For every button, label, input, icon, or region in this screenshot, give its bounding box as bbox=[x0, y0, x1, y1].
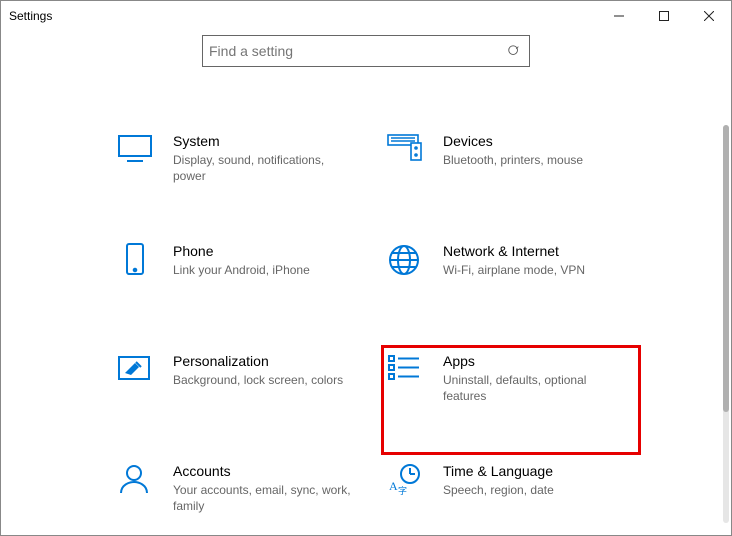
window-title: Settings bbox=[9, 9, 52, 23]
time-language-icon: A 字 bbox=[387, 463, 427, 495]
maximize-button[interactable] bbox=[641, 1, 686, 31]
scrollbar[interactable] bbox=[723, 125, 729, 523]
card-personalization[interactable]: Personalization Background, lock screen,… bbox=[111, 345, 371, 455]
card-desc: Wi-Fi, airplane mode, VPN bbox=[443, 262, 585, 278]
card-title: Devices bbox=[443, 133, 583, 149]
card-accounts[interactable]: Accounts Your accounts, email, sync, wor… bbox=[111, 455, 371, 536]
card-title: Personalization bbox=[173, 353, 343, 369]
devices-icon bbox=[387, 133, 427, 165]
card-system[interactable]: System Display, sound, notifications, po… bbox=[111, 125, 371, 235]
phone-icon bbox=[117, 243, 157, 275]
close-button[interactable] bbox=[686, 1, 731, 31]
search-icon bbox=[505, 44, 523, 58]
card-desc: Link your Android, iPhone bbox=[173, 262, 310, 278]
card-phone[interactable]: Phone Link your Android, iPhone bbox=[111, 235, 371, 345]
globe-icon bbox=[387, 243, 427, 275]
scrollbar-thumb[interactable] bbox=[723, 125, 729, 412]
svg-text:A: A bbox=[389, 479, 398, 493]
card-time-language[interactable]: A 字 Time & Language Speech, region, date bbox=[381, 455, 641, 536]
settings-window: Settings bbox=[0, 0, 732, 536]
card-desc: Your accounts, email, sync, work, family bbox=[173, 482, 353, 514]
search-input[interactable] bbox=[209, 43, 505, 59]
category-grid: System Display, sound, notifications, po… bbox=[111, 125, 671, 536]
content-area: System Display, sound, notifications, po… bbox=[1, 35, 731, 536]
system-icon bbox=[117, 133, 157, 165]
window-controls bbox=[596, 1, 731, 31]
card-devices[interactable]: Devices Bluetooth, printers, mouse bbox=[381, 125, 641, 235]
card-title: Phone bbox=[173, 243, 310, 259]
personalization-icon bbox=[117, 353, 157, 385]
card-title: Accounts bbox=[173, 463, 353, 479]
card-desc: Bluetooth, printers, mouse bbox=[443, 152, 583, 168]
card-desc: Background, lock screen, colors bbox=[173, 372, 343, 388]
card-title: System bbox=[173, 133, 353, 149]
card-title: Network & Internet bbox=[443, 243, 585, 259]
search-box[interactable] bbox=[202, 35, 530, 67]
svg-text:字: 字 bbox=[398, 485, 407, 495]
card-apps[interactable]: Apps Uninstall, defaults, optional featu… bbox=[381, 345, 641, 455]
card-network[interactable]: Network & Internet Wi-Fi, airplane mode,… bbox=[381, 235, 641, 345]
accounts-icon bbox=[117, 463, 157, 495]
card-desc: Display, sound, notifications, power bbox=[173, 152, 353, 184]
titlebar: Settings bbox=[1, 1, 731, 31]
card-desc: Uninstall, defaults, optional features bbox=[443, 372, 623, 404]
card-desc: Speech, region, date bbox=[443, 482, 554, 498]
search-wrap bbox=[1, 35, 731, 67]
card-title: Time & Language bbox=[443, 463, 554, 479]
card-title: Apps bbox=[443, 353, 623, 369]
minimize-button[interactable] bbox=[596, 1, 641, 31]
apps-icon bbox=[387, 353, 427, 385]
